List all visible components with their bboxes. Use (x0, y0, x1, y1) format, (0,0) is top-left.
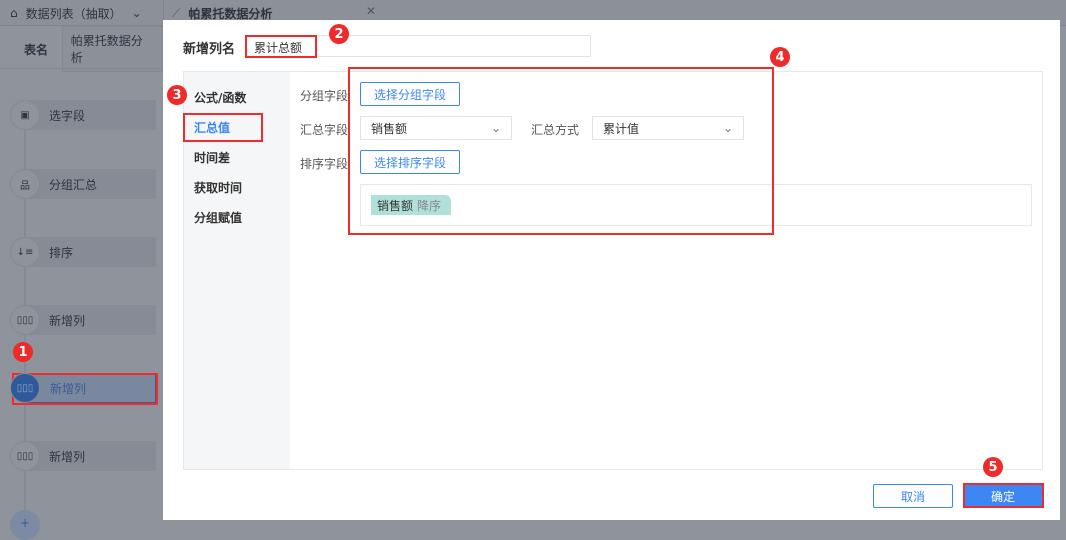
menu-formula[interactable]: 公式/函数 (194, 89, 246, 106)
column-name-label: 新增列名 (183, 42, 236, 57)
annotation-badge-3: 3 (167, 85, 187, 105)
annotation-box-2 (245, 35, 317, 58)
annotation-box-3 (183, 113, 263, 142)
column-icon: ▯▯▯ (10, 373, 40, 403)
column-icon: ▯▯▯ (10, 441, 40, 471)
close-icon[interactable]: ✕ (366, 4, 376, 18)
group-field-label: 分组字段 (300, 89, 349, 103)
annotation-badge-2: 2 (329, 24, 349, 44)
add-step-button[interactable]: + (10, 510, 40, 540)
step-new-column[interactable]: ▯▯▯ 新增列 (10, 441, 156, 471)
table-name-input[interactable]: 帕累托数据分析 (61, 26, 163, 72)
annotation-badge-4: 4 (770, 47, 790, 67)
annotation-box-4 (348, 67, 774, 235)
menu-get-time[interactable]: 获取时间 (194, 179, 242, 196)
home-icon: ⌂ (10, 6, 18, 20)
sum-field-label: 汇总字段 (300, 123, 349, 137)
tab-data-list[interactable]: ⌂ 数据列表（抽取） ⌄ (10, 0, 142, 26)
menu-time-diff[interactable]: 时间差 (194, 149, 230, 166)
step-group-summary[interactable]: 品分组汇总 (10, 169, 156, 199)
table-name-row: 表名 帕累托数据分析 (0, 26, 163, 72)
annotation-badge-5: 5 (983, 457, 1003, 477)
step-new-column[interactable]: ▯▯▯ 新增列 (10, 305, 156, 335)
annotation-box-5 (963, 483, 1044, 508)
menu-group-assign[interactable]: 分组赋值 (194, 209, 242, 226)
annotation-badge-1: 1 (13, 342, 33, 362)
new-column-dialog: 新增列名 累计总额 2 公式/函数 汇总值 时间差 获取时间 分组赋值 分组字段… (163, 20, 1060, 520)
group-icon: 品 (10, 169, 40, 199)
sort-icon: ↓≡ (10, 237, 40, 267)
cancel-button[interactable]: 取消 (873, 484, 953, 508)
step-sort[interactable]: ↓≡ 排序 (10, 237, 156, 267)
column-icon: ▯▯▯ (10, 305, 40, 335)
step-select-fields[interactable]: ▣ 选字段 (10, 100, 156, 130)
sort-field-label: 排序字段 (300, 157, 349, 171)
chart-line-icon: ⟋ (172, 5, 181, 20)
select-field-icon: ▣ (10, 100, 40, 130)
chevron-down-icon[interactable]: ⌄ (132, 6, 142, 20)
